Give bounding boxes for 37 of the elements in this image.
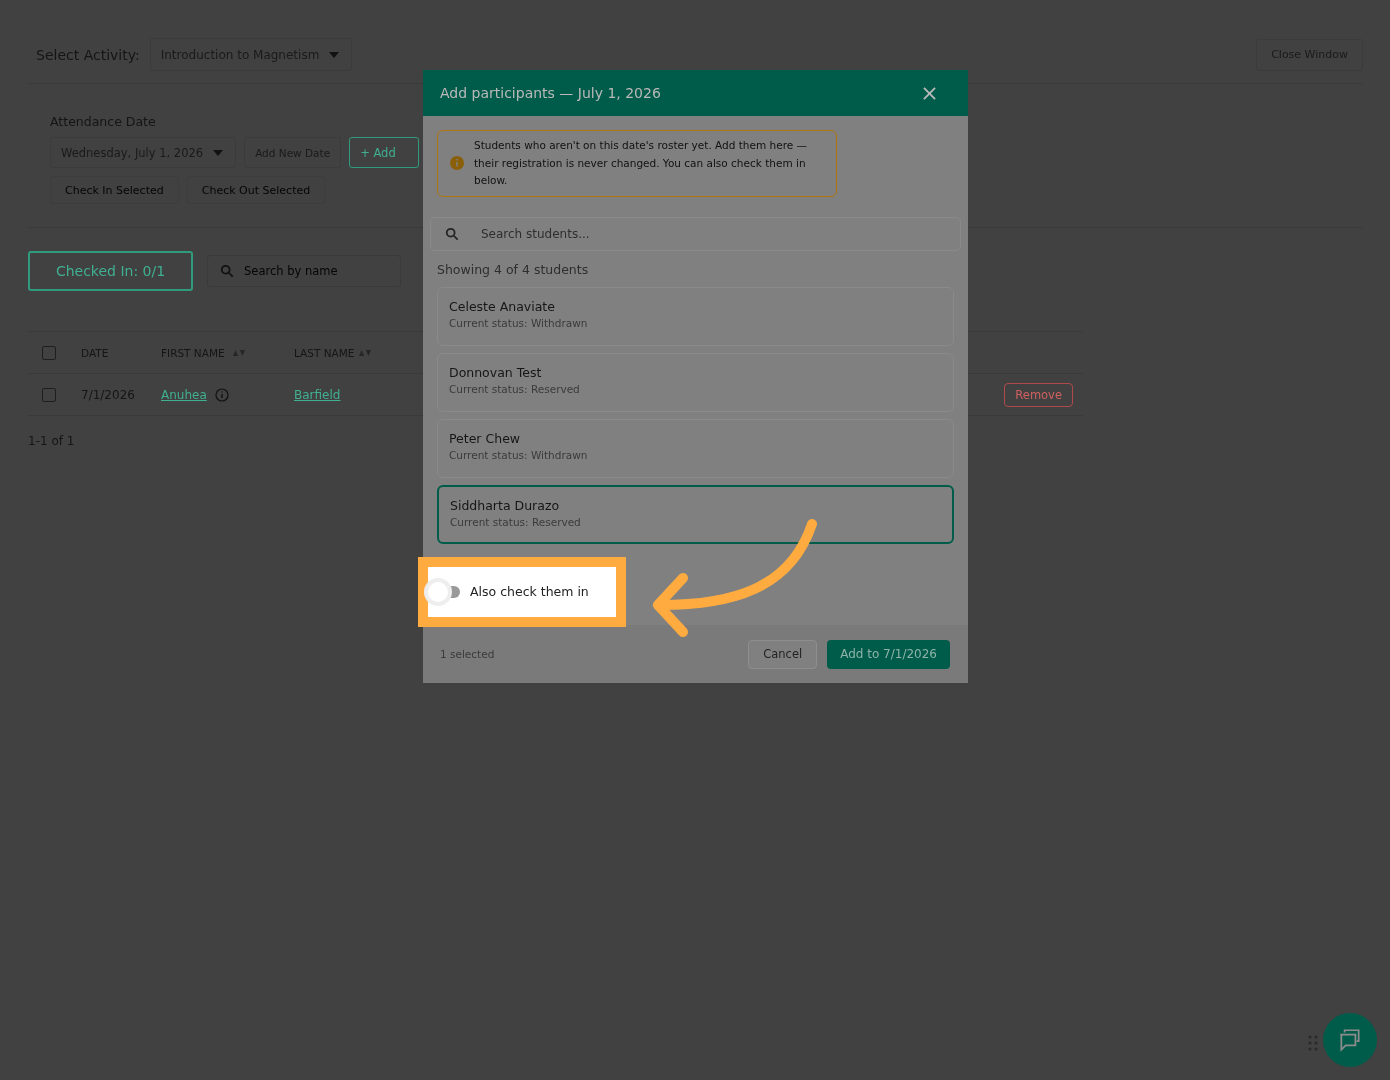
add-confirm-button[interactable]: Add to 7/1/2026 bbox=[827, 639, 950, 669]
row-checkbox[interactable] bbox=[42, 387, 56, 402]
caret-icon bbox=[213, 149, 224, 156]
student-card[interactable]: Siddharta Durazo Current status: Reserved bbox=[437, 484, 954, 544]
student-search-field[interactable]: Search students... bbox=[430, 216, 961, 251]
student-status: Current status: Reserved bbox=[450, 515, 582, 528]
add-button[interactable]: + Add bbox=[349, 137, 420, 168]
close-icon[interactable] bbox=[923, 86, 936, 100]
student-status: Current status: Reserved bbox=[449, 382, 581, 395]
student-card[interactable]: Celeste Anaviate Current status: Withdrawn bbox=[437, 286, 954, 346]
selection-count: 1 selected bbox=[440, 648, 495, 660]
student-card[interactable]: Donnovan Test Current status: Reserved bbox=[437, 352, 954, 412]
student-name: Donnovan Test bbox=[449, 364, 543, 380]
info-icon bbox=[450, 156, 464, 171]
checked-in-button[interactable]: Checked In: 0/1 bbox=[28, 251, 193, 291]
remove-button[interactable]: Remove bbox=[1004, 382, 1073, 407]
last-name-link[interactable]: Barfield bbox=[294, 387, 341, 402]
student-name: Celeste Anaviate bbox=[449, 298, 556, 314]
first-name-link[interactable]: Anuhea bbox=[161, 387, 207, 402]
cancel-button[interactable]: Cancel bbox=[748, 639, 818, 669]
student-card[interactable]: Peter Chew Current status: Withdrawn bbox=[437, 418, 954, 478]
caret-icon bbox=[329, 51, 340, 58]
search-icon bbox=[445, 226, 459, 241]
dialog-title: Add participants — July 1, 2026 bbox=[440, 85, 661, 101]
chat-button[interactable] bbox=[1323, 1013, 1377, 1067]
student-name: Peter Chew bbox=[449, 430, 522, 446]
chat-icon bbox=[1337, 1027, 1363, 1053]
search-icon bbox=[220, 264, 234, 278]
select-all-checkbox[interactable] bbox=[42, 345, 56, 360]
info-icon[interactable] bbox=[214, 387, 229, 402]
toggle-label: Also check them in bbox=[470, 584, 589, 599]
results-count: Showing 4 of 4 students bbox=[437, 261, 590, 277]
notice-text: Students who aren't on this date's roster yet. Add them here — their registration is never changed. You can also check them in below. bbox=[474, 138, 809, 188]
student-status: Current status: Withdrawn bbox=[449, 448, 589, 461]
student-name: Siddharta Durazo bbox=[450, 497, 561, 513]
student-status: Current status: Withdrawn bbox=[449, 316, 589, 329]
search-field[interactable]: Search by name bbox=[207, 255, 401, 287]
